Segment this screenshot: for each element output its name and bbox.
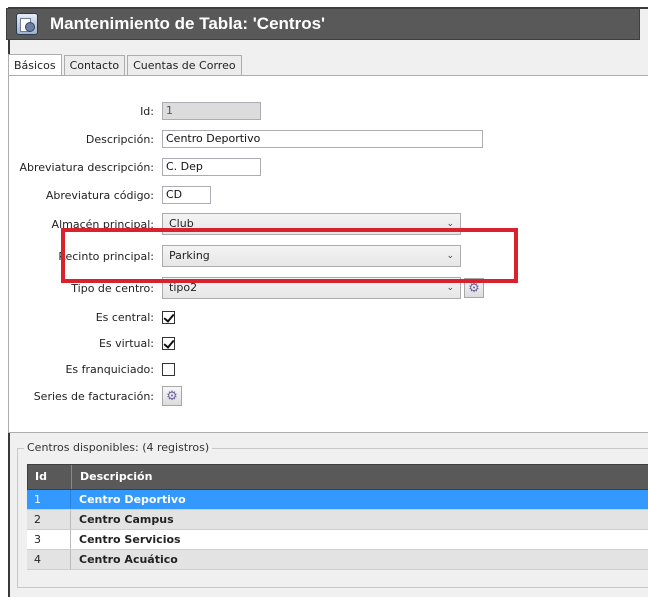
es-franquiciado-label: Es franquiciado: <box>65 362 154 376</box>
es-central-checkbox[interactable] <box>162 310 175 324</box>
gear-icon: ⚙ <box>468 280 480 296</box>
row-descripcion: Descripción: Centro Deportivo <box>9 129 483 149</box>
abreviatura-codigo-label: Abreviatura código: <box>45 188 154 202</box>
chevron-down-icon: ⌄ <box>446 219 454 229</box>
es-central-label: Es central: <box>95 310 154 324</box>
row-id-cell: 3 <box>27 530 71 549</box>
chevron-down-icon: ⌄ <box>446 283 454 293</box>
window-title: Mantenimiento de Tabla: 'Centros' <box>50 14 326 33</box>
descripcion-label: Descripción: <box>85 132 154 146</box>
row-tipo-centro: Tipo de centro: tipo2 ⌄ ⚙ <box>9 277 484 299</box>
row-abreviatura-codigo: Abreviatura código: CD <box>9 185 211 205</box>
recinto-label: Recinto principal: <box>58 249 154 263</box>
row-descripcion-cell: Centro Deportivo <box>79 493 186 506</box>
tab-contacto[interactable]: Contacto <box>63 55 126 75</box>
row-id: Id: 1 <box>9 101 261 121</box>
row-series-facturacion: Series de facturación: ⚙ <box>9 386 182 406</box>
tab-basicos[interactable]: Básicos <box>8 54 62 76</box>
row-descripcion-cell: Centro Servicios <box>79 533 181 546</box>
row-id-cell: 4 <box>27 550 71 569</box>
almacen-label: Almacén principal: <box>51 217 154 231</box>
es-virtual-checkbox[interactable] <box>162 336 175 350</box>
table-row[interactable]: 1 Centro Deportivo <box>27 490 648 510</box>
id-label: Id: <box>140 104 154 118</box>
row-descripcion-cell: Centro Acuático <box>79 553 178 566</box>
abreviatura-descripcion-field[interactable]: C. Dep <box>162 158 261 176</box>
tipo-centro-select-value: tipo2 <box>169 281 198 294</box>
series-facturacion-label: Series de facturación: <box>33 389 154 403</box>
centros-disponibles-group: Centros disponibles: (4 registros) Id De… <box>17 441 648 588</box>
group-legend: Centros disponibles: (4 registros) <box>24 441 213 454</box>
table-row[interactable]: 3 Centro Servicios <box>27 530 648 550</box>
grid-header: Id Descripción <box>27 464 648 490</box>
row-abreviatura-descripcion: Abreviatura descripción: C. Dep <box>9 157 261 177</box>
series-facturacion-button[interactable]: ⚙ <box>162 386 182 406</box>
recinto-select-value: Parking <box>169 249 210 262</box>
abreviatura-descripcion-label: Abreviatura descripción: <box>19 160 154 174</box>
row-id-cell: 2 <box>27 510 71 529</box>
almacen-select-value: Club <box>169 217 194 230</box>
gear-icon: ⚙ <box>166 388 178 404</box>
basicos-panel: Id: 1 Descripción: Centro Deportivo Abre… <box>8 75 648 433</box>
chevron-down-icon: ⌄ <box>446 251 454 261</box>
recinto-select[interactable]: Parking ⌄ <box>162 245 461 267</box>
tipo-centro-label: Tipo de centro: <box>71 281 154 295</box>
row-es-central: Es central: <box>9 307 175 327</box>
table-row[interactable]: 2 Centro Campus <box>27 510 648 530</box>
id-field: 1 <box>162 102 261 120</box>
es-franquiciado-checkbox[interactable] <box>162 362 175 376</box>
almacen-select[interactable]: Club ⌄ <box>162 213 461 235</box>
tipo-centro-edit-button[interactable]: ⚙ <box>464 278 484 298</box>
abreviatura-codigo-field[interactable]: CD <box>162 186 211 204</box>
row-id-cell: 1 <box>27 490 71 509</box>
row-descripcion-cell: Centro Campus <box>79 513 174 526</box>
descripcion-field[interactable]: Centro Deportivo <box>162 130 483 148</box>
window-titlebar: Mantenimiento de Tabla: 'Centros' <box>6 8 640 40</box>
row-es-franquiciado: Es franquiciado: <box>9 359 175 379</box>
row-es-virtual: Es virtual: <box>9 333 175 353</box>
tab-bar: Básicos Contacto Cuentas de Correo <box>8 54 244 76</box>
row-recinto: Recinto principal: Parking ⌄ <box>9 245 461 267</box>
centros-grid: Id Descripción 1 Centro Deportivo 2 Cent… <box>27 464 648 570</box>
row-almacen: Almacén principal: Club ⌄ <box>9 213 461 235</box>
table-row[interactable]: 4 Centro Acuático <box>27 550 648 570</box>
es-virtual-label: Es virtual: <box>98 336 154 350</box>
tab-cuentas-correo[interactable]: Cuentas de Correo <box>127 55 242 75</box>
table-settings-icon <box>16 13 38 35</box>
column-header-id[interactable]: Id <box>28 465 72 489</box>
column-header-descripcion[interactable]: Descripción <box>72 465 648 489</box>
tipo-centro-select[interactable]: tipo2 ⌄ <box>162 277 461 299</box>
